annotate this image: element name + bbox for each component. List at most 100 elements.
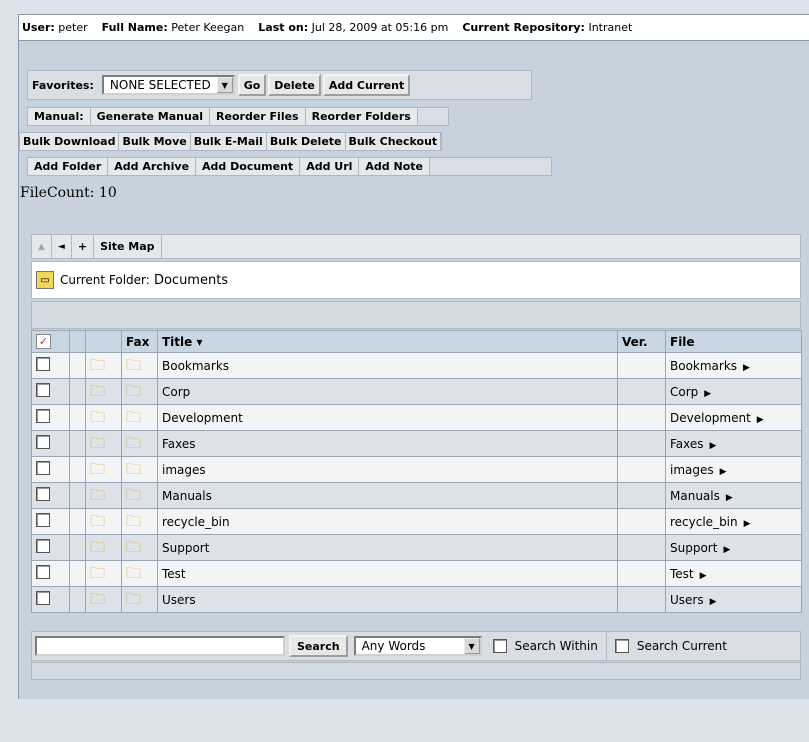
row-file-name[interactable]: Corp xyxy=(670,385,698,399)
bulk-checkout-button[interactable]: Bulk Checkout xyxy=(345,133,442,150)
title-header[interactable]: Title ▾ xyxy=(157,330,618,353)
row-select-cell[interactable] xyxy=(31,430,70,457)
search-mode-select[interactable]: Any Words ▼ xyxy=(353,636,482,656)
row-file[interactable]: Development ▶ xyxy=(665,404,802,431)
row-file[interactable]: Bookmarks ▶ xyxy=(665,352,802,379)
search-within-checkbox[interactable] xyxy=(492,639,507,653)
row-checkbox[interactable] xyxy=(36,461,50,475)
folder-icon[interactable]: 🗀 xyxy=(90,434,105,452)
row-title[interactable]: Support xyxy=(157,534,618,561)
favorites-select[interactable]: NONE SELECTED ▼ xyxy=(101,75,235,95)
favorites-delete-button[interactable]: Delete xyxy=(268,74,321,96)
row-checkbox[interactable] xyxy=(36,357,50,371)
row-file[interactable]: Users ▶ xyxy=(665,586,802,613)
row-title[interactable]: Users xyxy=(157,586,618,613)
search-within-option[interactable]: Search Within xyxy=(492,639,598,653)
folder-icon[interactable]: 🗀 xyxy=(126,512,141,530)
row-file-name[interactable]: Support xyxy=(670,541,717,555)
row-file[interactable]: recycle_bin ▶ xyxy=(665,508,802,535)
folder-icon[interactable]: 🗀 xyxy=(90,564,105,582)
add-note-button[interactable]: Add Note xyxy=(359,158,430,175)
row-checkbox[interactable] xyxy=(36,487,50,501)
bulk-email-button[interactable]: Bulk E-Mail xyxy=(190,133,267,150)
folder-icon[interactable]: 🗀 xyxy=(126,408,141,426)
table-row[interactable]: 🗀 🗀 recycle_bin recycle_bin ▶ xyxy=(31,508,802,535)
caret-right-icon[interactable]: ▶ xyxy=(726,493,733,503)
row-checkbox[interactable] xyxy=(36,383,50,397)
folder-icon[interactable]: 🗀 xyxy=(126,382,141,400)
row-select-cell[interactable] xyxy=(31,352,70,379)
search-input[interactable] xyxy=(35,636,285,656)
caret-right-icon[interactable]: ▶ xyxy=(723,545,730,555)
row-file-name[interactable]: Bookmarks xyxy=(670,359,737,373)
chevron-down-icon[interactable]: ▼ xyxy=(463,638,480,654)
caret-right-icon[interactable]: ▶ xyxy=(757,415,764,425)
table-row[interactable]: 🗀 🗀 Bookmarks Bookmarks ▶ xyxy=(31,352,802,379)
row-select-cell[interactable] xyxy=(31,508,70,535)
site-map-link[interactable]: Site Map xyxy=(94,235,162,258)
folder-icon[interactable]: 🗀 xyxy=(126,356,141,374)
row-file-name[interactable]: Test xyxy=(670,567,694,581)
row-checkbox[interactable] xyxy=(36,435,50,449)
row-select-cell[interactable] xyxy=(31,586,70,613)
row-title[interactable]: recycle_bin xyxy=(157,508,618,535)
row-title[interactable]: Bookmarks xyxy=(157,352,618,379)
select-all-header[interactable]: ✓ xyxy=(31,330,70,353)
table-row[interactable]: 🗀 🗀 Corp Corp ▶ xyxy=(31,378,802,405)
add-archive-button[interactable]: Add Archive xyxy=(108,158,197,175)
folder-icon[interactable]: 🗀 xyxy=(90,382,105,400)
caret-right-icon[interactable]: ▶ xyxy=(720,467,727,477)
search-current-option[interactable]: Search Current xyxy=(614,639,727,653)
folder-icon[interactable]: 🗀 xyxy=(126,434,141,452)
version-header[interactable]: Ver. xyxy=(617,330,666,353)
folder-icon[interactable]: 🗀 xyxy=(90,486,105,504)
reorder-files-button[interactable]: Reorder Files xyxy=(210,108,306,125)
row-checkbox[interactable] xyxy=(36,591,50,605)
folder-icon[interactable]: 🗀 xyxy=(90,538,105,556)
folder-icon[interactable]: 🗀 xyxy=(126,460,141,478)
row-file[interactable]: Manuals ▶ xyxy=(665,482,802,509)
row-title[interactable]: Development xyxy=(157,404,618,431)
table-row[interactable]: 🗀 🗀 Development Development ▶ xyxy=(31,404,802,431)
favorites-add-current-button[interactable]: Add Current xyxy=(322,74,411,96)
row-title[interactable]: Test xyxy=(157,560,618,587)
folder-icon[interactable]: 🗀 xyxy=(90,460,105,478)
row-checkbox[interactable] xyxy=(36,513,50,527)
bulk-delete-button[interactable]: Bulk Delete xyxy=(266,133,346,150)
row-file-name[interactable]: Development xyxy=(670,411,751,425)
row-file-name[interactable]: Users xyxy=(670,593,704,607)
row-select-cell[interactable] xyxy=(31,404,70,431)
folder-icon[interactable]: 🗀 xyxy=(90,408,105,426)
table-row[interactable]: 🗀 🗀 Support Support ▶ xyxy=(31,534,802,561)
search-current-checkbox[interactable] xyxy=(614,639,629,653)
row-checkbox[interactable] xyxy=(36,409,50,423)
folder-icon[interactable]: 🗀 xyxy=(126,486,141,504)
row-select-cell[interactable] xyxy=(31,560,70,587)
row-file[interactable]: images ▶ xyxy=(665,456,802,483)
row-title[interactable]: images xyxy=(157,456,618,483)
bulk-download-button[interactable]: Bulk Download xyxy=(20,133,120,150)
row-title[interactable]: Faxes xyxy=(157,430,618,457)
check-icon[interactable]: ✓ xyxy=(36,334,51,349)
row-file-name[interactable]: recycle_bin xyxy=(670,515,738,529)
row-file[interactable]: Support ▶ xyxy=(665,534,802,561)
row-file-name[interactable]: Manuals xyxy=(670,489,720,503)
caret-right-icon[interactable]: ▶ xyxy=(700,571,707,581)
table-row[interactable]: 🗀 🗀 images images ▶ xyxy=(31,456,802,483)
reorder-folders-button[interactable]: Reorder Folders xyxy=(305,108,418,125)
add-url-button[interactable]: Add Url xyxy=(300,158,360,175)
folder-icon[interactable]: 🗀 xyxy=(90,512,105,530)
folder-icon[interactable]: 🗀 xyxy=(90,590,105,608)
row-file-name[interactable]: Faxes xyxy=(670,437,704,451)
row-checkbox[interactable] xyxy=(36,539,50,553)
caret-right-icon[interactable]: ▶ xyxy=(710,441,717,451)
row-file[interactable]: Corp ▶ xyxy=(665,378,802,405)
caret-right-icon[interactable]: ▶ xyxy=(743,363,750,373)
table-row[interactable]: 🗀 🗀 Manuals Manuals ▶ xyxy=(31,482,802,509)
plus-icon[interactable]: + xyxy=(72,235,95,258)
add-folder-button[interactable]: Add Folder xyxy=(28,158,109,175)
back-arrow-icon[interactable]: ◄ xyxy=(52,235,72,258)
table-row[interactable]: 🗀 🗀 Test Test ▶ xyxy=(31,560,802,587)
row-select-cell[interactable] xyxy=(31,534,70,561)
folder-icon[interactable]: 🗀 xyxy=(126,538,141,556)
